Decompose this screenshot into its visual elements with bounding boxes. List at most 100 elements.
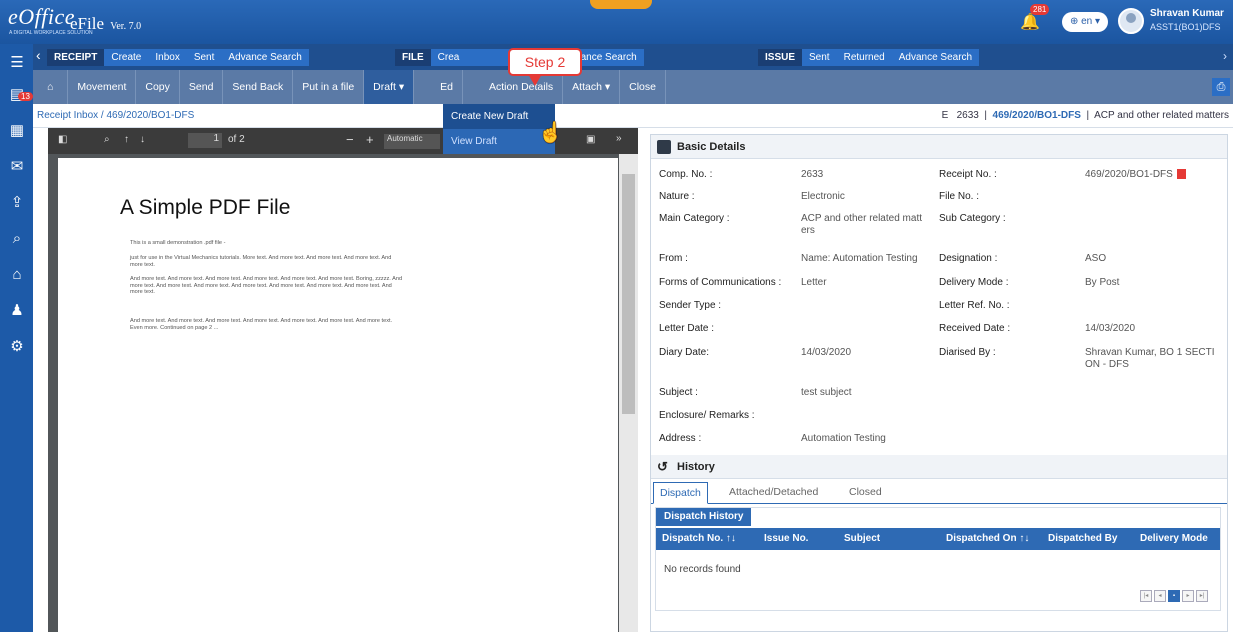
pdf-paragraph: This is a small demonstration .pdf file … [130, 240, 226, 246]
chevron-right-icon[interactable]: › [1223, 49, 1227, 63]
menu-file-create[interactable]: Crea [431, 52, 467, 63]
send-back-button[interactable]: Send Back [223, 70, 294, 104]
field-label: Letter Ref. No. : [939, 300, 1010, 311]
menu-issue-sent[interactable]: Sent [802, 52, 837, 63]
zoom-out-icon[interactable]: − [346, 132, 354, 147]
user-name[interactable]: Shravan Kumar [1150, 8, 1224, 19]
language-selector[interactable]: ⊕ en ▾ [1062, 12, 1108, 32]
copy-button[interactable]: Copy [136, 70, 180, 104]
breadcrumb[interactable]: Receipt Inbox / 469/2020/BO1-DFS [37, 110, 194, 121]
address-value: Automation Testing [801, 433, 886, 444]
put-in-file-button[interactable]: Put in a file [293, 70, 365, 104]
pdf-page [58, 158, 618, 632]
file-icon[interactable]: ▦ [6, 120, 28, 142]
app-header: eOffice A DIGITAL WORKPLACE SOLUTION eFi… [0, 0, 1233, 44]
col-subject[interactable]: Subject [844, 533, 880, 544]
callout-pointer [528, 74, 542, 86]
id-prefix: E [941, 110, 949, 121]
pagination: |◂ ◂ ▪ ▸ ▸| [1140, 590, 1208, 602]
send-button[interactable]: Send [180, 70, 224, 104]
col-issue-no[interactable]: Issue No. [764, 533, 808, 544]
home-button[interactable]: ⌂ [33, 70, 69, 104]
last-page-icon[interactable]: ▸| [1196, 590, 1208, 602]
page-number-input[interactable]: 1 [188, 133, 222, 148]
previous-page-icon[interactable]: ↑ [124, 134, 129, 145]
more-tools-icon[interactable]: » [616, 133, 622, 144]
menu-receipt-inbox[interactable]: Inbox [148, 52, 186, 63]
menu-receipt-sent[interactable]: Sent [187, 52, 222, 63]
prev-page-icon[interactable]: ◂ [1154, 590, 1166, 602]
current-page-icon[interactable]: ▪ [1168, 590, 1180, 602]
top-handle[interactable] [590, 0, 652, 9]
menu-issue-advance-search[interactable]: Advance Search [892, 52, 979, 63]
eoffice-logo[interactable]: eOffice A DIGITAL WORKPLACE SOLUTION [8, 4, 93, 36]
admin-icon[interactable]: ⚙ [6, 336, 28, 358]
basic-details-title: Basic Details [677, 141, 746, 153]
menu-toggle-icon[interactable]: ☰ [6, 52, 28, 74]
pdf-paragraph: And more text. And more text. And more t… [130, 276, 403, 295]
issue-menu: ISSUE Sent Returned Advance Search [758, 49, 980, 66]
dispatch-icon[interactable]: ⇪ [6, 192, 28, 214]
tab-attached-detached[interactable]: Attached/Detached [729, 486, 818, 498]
search-records-icon[interactable]: ⌕ [6, 228, 28, 250]
menu-receipt-advance-search[interactable]: Advance Search [221, 52, 308, 63]
chevron-down-icon: ▾ [1095, 16, 1101, 27]
zoom-in-icon[interactable]: + [366, 132, 374, 147]
chevron-left-icon[interactable]: ‹ [36, 47, 41, 63]
history-header: ↺ History [651, 455, 1227, 479]
inbox-icon[interactable]: ✉ [6, 156, 28, 178]
action-toolbar: ⌂ Movement Copy Send Send Back Put in a … [33, 70, 1233, 104]
first-page-icon[interactable]: |◂ [1140, 590, 1152, 602]
user-avatar[interactable] [1118, 8, 1144, 34]
page-count: of 2 [228, 134, 245, 145]
tab-closed[interactable]: Closed [849, 486, 882, 498]
sidebar-badge: 13 [18, 92, 33, 101]
app-version: Ver. 7.0 [110, 21, 142, 32]
close-button[interactable]: Close [620, 70, 666, 104]
field-label: Sub Category : [939, 213, 1006, 224]
menu-group-file[interactable]: FILE [395, 49, 431, 66]
notification-bell-icon[interactable]: 🔔 [1020, 12, 1040, 32]
receipt-no-value: 469/2020/BO1-DFS [1085, 169, 1186, 181]
field-label: Subject : [659, 387, 698, 398]
field-label: File No. : [939, 191, 980, 202]
diary-date-value: 14/03/2020 [801, 347, 852, 358]
field-label: Enclosure/ Remarks : [659, 410, 755, 421]
menu-issue-returned[interactable]: Returned [837, 52, 892, 63]
col-dispatch-no[interactable]: Dispatch No. ↑↓ [662, 533, 736, 544]
field-label: Designation : [939, 253, 998, 264]
menu-receipt-create[interactable]: Create [104, 52, 148, 63]
pdf-icon[interactable] [1176, 169, 1186, 180]
receipt-identifier: E 2633 | 469/2020/BO1-DFS | ACP and othe… [941, 110, 1229, 121]
basic-details-header: Basic Details [651, 135, 1227, 159]
edit-button[interactable]: Ed [414, 70, 463, 104]
search-icon[interactable]: ⌕ [104, 134, 110, 145]
home-icon: ⌂ [47, 81, 54, 93]
pdf-paragraph: just for use in the Virtual Mechanics tu… [130, 255, 392, 268]
pdf-scroll-thumb[interactable] [622, 174, 635, 414]
menu-group-receipt[interactable]: RECEIPT [47, 49, 105, 66]
next-page-icon[interactable]: ↓ [140, 134, 145, 145]
movement-button[interactable]: Movement [68, 70, 137, 104]
field-label: From : [659, 253, 688, 264]
tab-dispatch[interactable]: Dispatch [653, 482, 708, 504]
col-delivery-mode[interactable]: Delivery Mode [1140, 533, 1208, 544]
draft-dropdown-button[interactable]: Draft ▾ [364, 70, 415, 104]
col-dispatched-on[interactable]: Dispatched On ↑↓ [946, 533, 1029, 544]
dispatch-table-header: Dispatch No. ↑↓ Issue No. Subject Dispat… [656, 528, 1220, 550]
next-page-icon[interactable]: ▸ [1182, 590, 1194, 602]
print-icon[interactable]: ⎙ [1212, 78, 1230, 96]
field-label: Sender Type : [659, 300, 722, 311]
field-label: Forms of Communications : [659, 277, 782, 288]
user-file-icon[interactable]: ♟ [6, 300, 28, 322]
home-icon[interactable]: ⌂ [6, 264, 28, 286]
menu-group-issue[interactable]: ISSUE [758, 49, 803, 66]
from-value: Name: Automation Testing [801, 253, 918, 264]
zoom-select[interactable]: Automatic [384, 134, 440, 149]
hand-cursor-icon: ☝ [538, 122, 563, 144]
download-icon[interactable]: ▣ [586, 134, 595, 145]
breadcrumb-row: Receipt Inbox / 469/2020/BO1-DFS E 2633 … [33, 104, 1233, 128]
notification-count-badge: 281 [1030, 4, 1050, 15]
col-dispatched-by[interactable]: Dispatched By [1048, 533, 1117, 544]
sidebar-toggle-icon[interactable]: ◧ [58, 134, 67, 145]
